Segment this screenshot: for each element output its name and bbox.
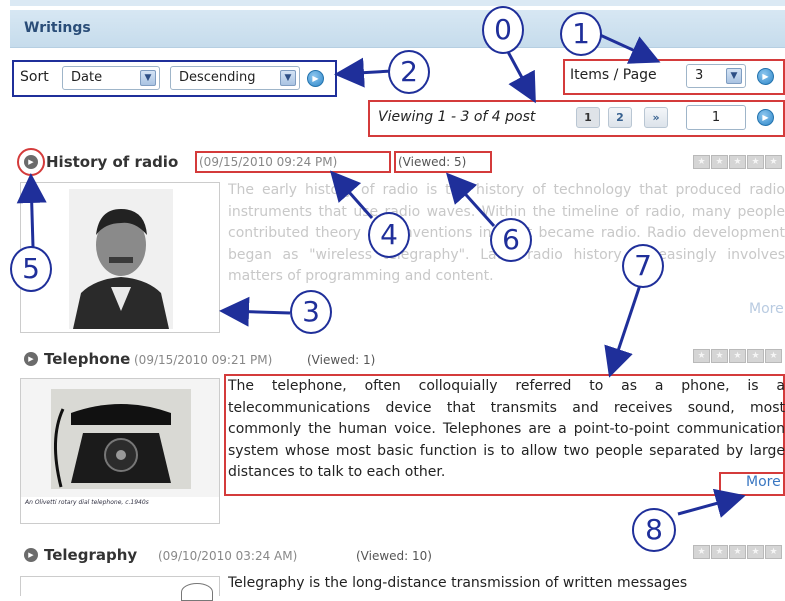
callout-5: 5 — [10, 246, 52, 292]
callout-6: 6 — [490, 218, 532, 262]
callout-7: 7 — [622, 244, 664, 288]
callout-8: 8 — [632, 508, 676, 552]
callout-0: 0 — [482, 6, 524, 54]
callout-4: 4 — [368, 212, 410, 258]
callout-3: 3 — [290, 290, 332, 334]
callout-1: 1 — [560, 12, 602, 56]
annotation-arrows — [16, 33, 746, 518]
callout-2: 2 — [388, 50, 430, 94]
